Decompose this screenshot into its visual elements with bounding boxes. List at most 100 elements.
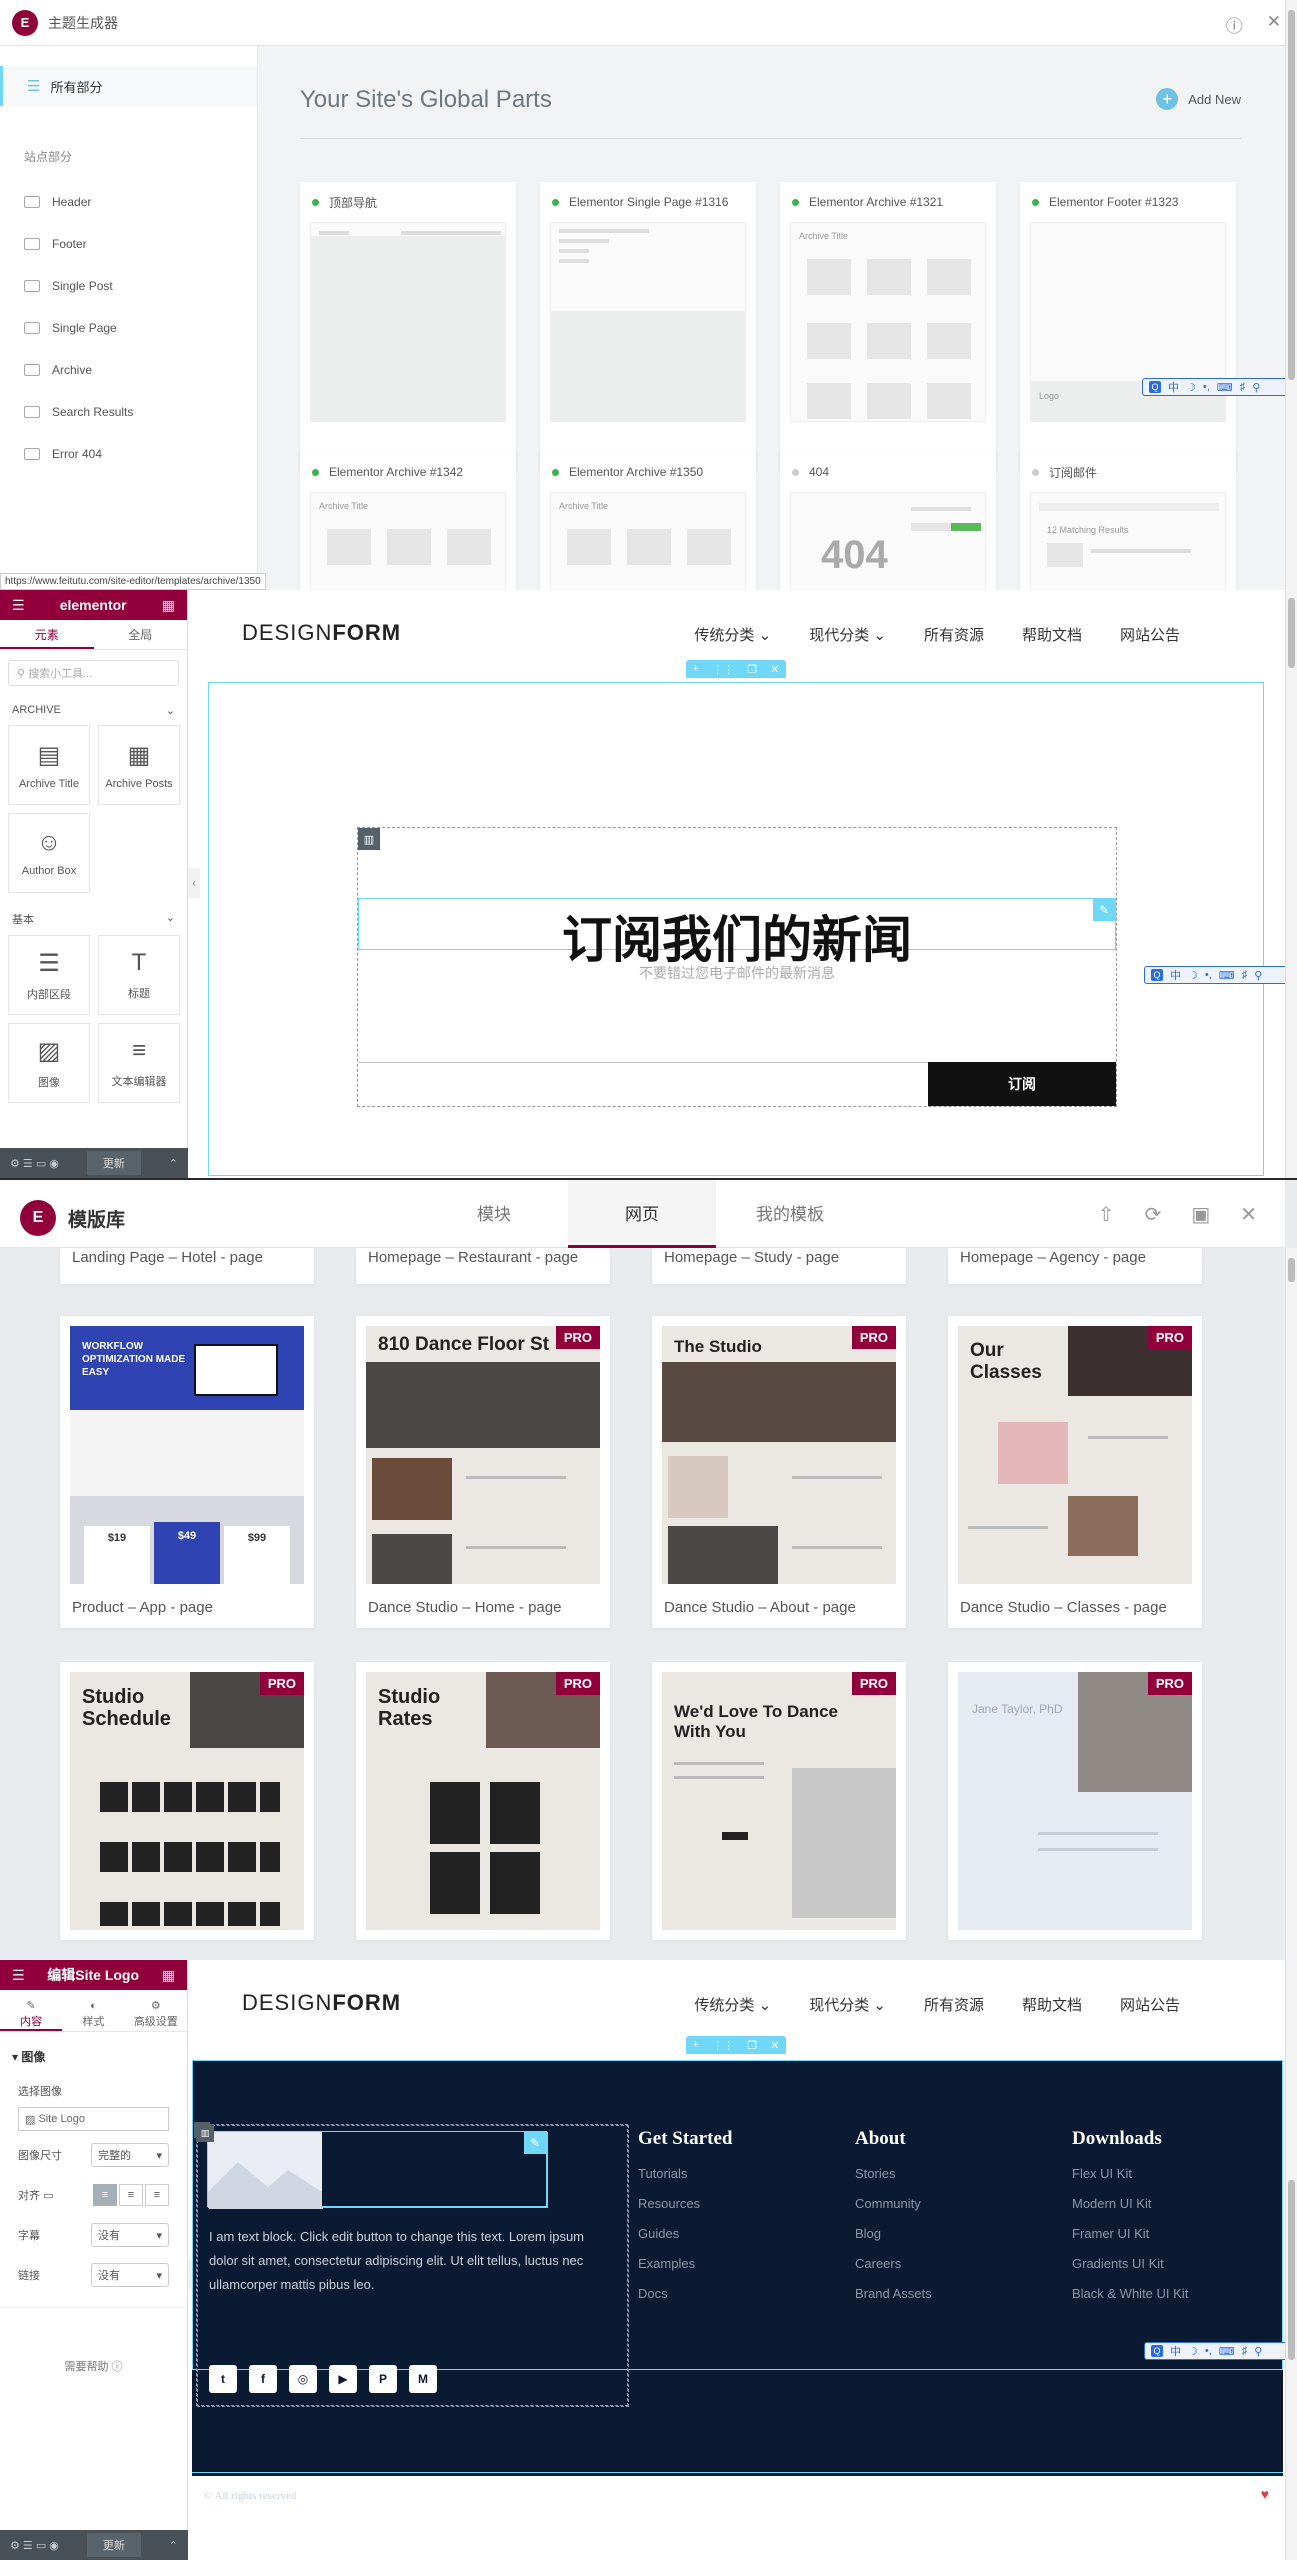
moon-icon[interactable]: ☽ [1186, 381, 1196, 394]
tab-global[interactable]: 全局 [94, 620, 188, 649]
close-icon[interactable]: ✕ [1267, 12, 1281, 37]
sidebar-item-footer[interactable]: Footer [0, 223, 257, 265]
section-image[interactable]: ▾ 图像 [0, 2044, 187, 2069]
part-card-archive-1342[interactable]: Elementor Archive #1342 Archive Title [300, 452, 516, 590]
site-logo[interactable]: DESIGNFORM [242, 620, 401, 646]
nav-item-help[interactable]: 帮助文档 [1022, 1994, 1082, 2015]
align-center-icon[interactable]: ≡ [119, 2184, 143, 2206]
template-card-contact[interactable]: We'd Love To Dance With You PRO [652, 1662, 906, 1940]
column-handle-icon[interactable]: ▥ [196, 2124, 214, 2142]
newsletter-container[interactable]: ▥ ✎ 订阅我们的新闻 不要错过您电子邮件的最新消息 订阅 [357, 827, 1117, 1107]
nav-item-resources[interactable]: 所有资源 [924, 624, 984, 645]
sync-icon[interactable]: ⟳ [1145, 1202, 1162, 1227]
part-card-404[interactable]: 404 404 [780, 452, 996, 590]
widget-image[interactable]: ▨ 图像 [8, 1023, 90, 1103]
collapse-panel-icon[interactable]: ‹ [188, 868, 200, 898]
grid-icon[interactable]: ▦ [162, 597, 175, 614]
footer-link[interactable]: Black & White UI Kit [1072, 2286, 1188, 2316]
widget-archive-title[interactable]: ▤ Archive Title [8, 725, 90, 805]
punctuation-icon[interactable]: •, [1205, 2345, 1212, 2357]
site-logo-picker[interactable]: ▨ Site Logo [18, 2107, 169, 2131]
widget-group-archive[interactable]: ARCHIVE ⌄ [0, 696, 187, 725]
nav-item-modern[interactable]: 现代分类 ⌄ [809, 624, 886, 645]
template-card[interactable]: Homepage – Agency - page [948, 1248, 1202, 1284]
sidebar-item-archive[interactable]: Archive [0, 349, 257, 391]
save-icon[interactable]: ▣ [1191, 1202, 1210, 1227]
section-handle[interactable]: + ⋮⋮ ❐ ✕ [686, 2036, 786, 2054]
pinterest-icon[interactable]: P [369, 2365, 397, 2393]
footer-link[interactable]: Guides [638, 2226, 732, 2256]
footer-link[interactable]: Community [855, 2196, 932, 2226]
hamburger-icon[interactable]: ☰ [12, 1967, 25, 1984]
update-button[interactable]: 更新 [86, 2533, 141, 2557]
toolbar-lang-icon[interactable]: 中 [1170, 967, 1181, 983]
scrollbar[interactable] [1285, 1248, 1297, 1960]
footer-link[interactable]: Framer UI Kit [1072, 2226, 1188, 2256]
email-field[interactable] [358, 1062, 930, 1106]
nav-item-help[interactable]: 帮助文档 [1022, 624, 1082, 645]
symbol-icon[interactable]: ♯ [1242, 969, 1248, 981]
template-card[interactable]: Homepage – Study - page [652, 1248, 906, 1284]
punctuation-icon[interactable]: •, [1203, 381, 1210, 393]
footer-link[interactable]: Flex UI Kit [1072, 2166, 1188, 2196]
scrollbar[interactable] [1285, 590, 1297, 1178]
scrollbar[interactable] [1285, 1960, 1297, 2560]
subscribe-button[interactable]: 订阅 [928, 1062, 1116, 1106]
symbol-icon[interactable]: ♯ [1240, 381, 1246, 393]
template-card-profile[interactable]: Jane Taylor, PhD PRO [948, 1662, 1202, 1940]
desktop-icon[interactable]: ▭ [43, 2190, 53, 2202]
settings-icon[interactable]: ⚙ ☰ ▭ ◉ [10, 1157, 59, 1170]
dribbble-icon[interactable]: ◎ [289, 2365, 317, 2393]
template-card[interactable]: Homepage – Restaurant - page [356, 1248, 610, 1284]
wrench-icon[interactable]: ⚲ [1254, 2345, 1262, 2358]
footer-link[interactable]: Gradients UI Kit [1072, 2256, 1188, 2286]
tab-advanced[interactable]: ⚙ 高级设置 [125, 1990, 187, 2031]
align-right-icon[interactable]: ≡ [145, 2184, 169, 2206]
template-card-dance-classes[interactable]: Our Classes PRO Dance Studio – Classes -… [948, 1316, 1202, 1628]
nav-item-notice[interactable]: 网站公告 [1120, 1994, 1180, 2015]
update-button[interactable]: 更新 [86, 1151, 141, 1175]
tab-elements[interactable]: 元素 [0, 620, 94, 649]
footer-link[interactable]: Brand Assets [855, 2286, 932, 2316]
keyboard-icon[interactable]: ⌨ [1219, 2345, 1235, 2358]
align-left-icon[interactable]: ≡ [93, 2184, 117, 2206]
tab-pages[interactable]: 网页 [568, 1180, 716, 1248]
footer-link[interactable]: Modern UI Kit [1072, 2196, 1188, 2226]
toolbar-q-icon[interactable]: Q [1151, 2345, 1163, 2357]
part-card-footer-1323[interactable]: Elementor Footer #1323 Logo [1020, 182, 1236, 472]
hamburger-icon[interactable]: ☰ [12, 597, 25, 614]
part-card-top-nav[interactable]: 顶部导航 [300, 182, 516, 472]
toolbar-q-icon[interactable]: Q [1149, 381, 1161, 393]
toolbar-lang-icon[interactable]: 中 [1170, 2343, 1181, 2359]
sidebar-item-all[interactable]: ☰ 所有部分 [0, 66, 257, 106]
nav-item-traditional[interactable]: 传统分类 ⌄ [694, 624, 771, 645]
image-size-select[interactable]: 完整的 ▾ [91, 2143, 169, 2167]
footer-link[interactable]: Examples [638, 2256, 732, 2286]
part-card-single-page-1316[interactable]: Elementor Single Page #1316 [540, 182, 756, 472]
keyboard-icon[interactable]: ⌨ [1217, 381, 1233, 394]
template-card-product-app[interactable]: WORKFLOW OPTIMIZATION MADE EASY $19 $49 … [60, 1316, 314, 1628]
punctuation-icon[interactable]: •, [1205, 969, 1212, 981]
section-handle[interactable]: + ⋮⋮ ❐ ✕ [686, 660, 786, 678]
sidebar-item-single-post[interactable]: Single Post [0, 265, 257, 307]
wrench-icon[interactable]: ⚲ [1252, 381, 1260, 394]
footer-link[interactable]: Resources [638, 2196, 732, 2226]
template-card[interactable]: Landing Page – Hotel - page [60, 1248, 314, 1284]
input-method-toolbar[interactable]: Q 中 ☽ •, ⌨ ♯ ⚲ [1142, 378, 1292, 396]
site-logo[interactable]: DESIGNFORM [242, 1990, 401, 2016]
part-card-archive-1321[interactable]: Elementor Archive #1321 Archive Title [780, 182, 996, 472]
template-card-studio-rates[interactable]: Studio Rates PRO [356, 1662, 610, 1940]
site-logo-widget[interactable]: ✎ [207, 2131, 547, 2208]
nav-item-modern[interactable]: 现代分类 ⌄ [809, 1994, 886, 2015]
sidebar-item-search-results[interactable]: Search Results [0, 391, 257, 433]
footer-link[interactable]: Blog [855, 2226, 932, 2256]
part-card-subscribe[interactable]: 订阅邮件 12 Matching Results [1020, 452, 1236, 590]
pencil-icon[interactable]: ✎ [524, 2132, 546, 2154]
settings-icon[interactable]: ⚙ ☰ ▭ ◉ [10, 2539, 59, 2552]
nav-item-resources[interactable]: 所有资源 [924, 1994, 984, 2015]
tab-my-templates[interactable]: 我的模板 [716, 1180, 864, 1248]
upload-icon[interactable]: ⇧ [1098, 1202, 1115, 1227]
moon-icon[interactable]: ☽ [1188, 969, 1198, 982]
column-handle-icon[interactable]: ▥ [358, 828, 380, 850]
template-card-dance-home[interactable]: 810 Dance Floor St PRO Dance Studio – Ho… [356, 1316, 610, 1628]
